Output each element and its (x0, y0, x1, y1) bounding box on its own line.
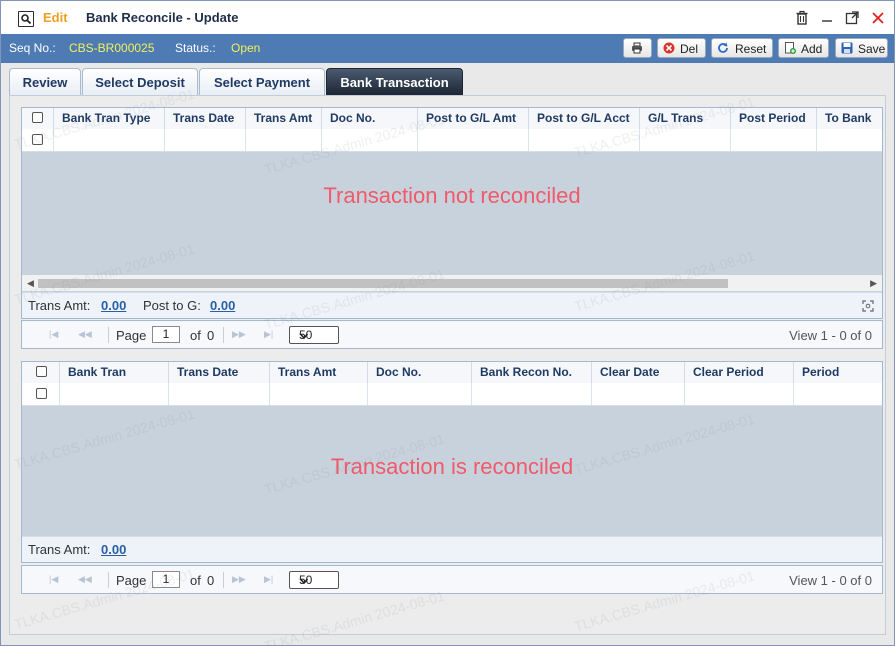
grid-summary: Trans Amt: 0.00 Post to G: 0.00 (22, 292, 882, 318)
minimize-icon[interactable] (819, 10, 835, 26)
save-button[interactable]: Save (835, 38, 888, 58)
chevron-down-icon (299, 330, 334, 344)
column-header[interactable]: Bank Tran (60, 362, 169, 383)
page-size-select[interactable]: 50 (289, 326, 339, 344)
edit-document-icon (18, 11, 34, 27)
select-all-checkbox[interactable] (36, 366, 47, 377)
column-header[interactable]: Post to G/L Acct (529, 108, 640, 129)
scroll-left-icon[interactable]: ◀ (27, 278, 34, 289)
status-label: Status.: (175, 41, 216, 55)
add-button[interactable]: Add (778, 38, 829, 58)
close-icon[interactable] (870, 10, 886, 26)
last-page-icon[interactable]: ▶| (264, 329, 273, 340)
column-header[interactable]: Trans Amt (270, 362, 368, 383)
tab-select-deposit[interactable]: Select Deposit (82, 68, 198, 95)
total-pages: 0 (207, 328, 215, 343)
prev-page-icon[interactable]: ◀◀ (78, 574, 92, 585)
seq-no-label: Seq No.: (9, 41, 56, 55)
add-document-icon (785, 42, 796, 54)
window-title: Bank Reconcile - Update (86, 10, 239, 25)
trans-amt-total[interactable]: 0.00 (101, 542, 126, 557)
column-header[interactable]: Period (794, 362, 882, 383)
column-header[interactable]: Trans Amt (246, 108, 322, 129)
tab-select-payment[interactable]: Select Payment (199, 68, 325, 95)
select-all-column (22, 362, 60, 383)
column-header[interactable]: Doc No. (368, 362, 472, 383)
title-mode: Edit (43, 10, 68, 25)
column-header[interactable]: Clear Period (685, 362, 794, 383)
chevron-down-icon (299, 575, 334, 589)
page-number-input[interactable]: 1 (152, 326, 180, 343)
trans-amt-total[interactable]: 0.00 (101, 298, 126, 313)
select-all-checkbox[interactable] (32, 112, 43, 123)
column-header[interactable]: Doc No. (322, 108, 418, 129)
delete-button[interactable]: Del (657, 38, 706, 58)
select-all-column (22, 108, 54, 129)
next-page-icon[interactable]: ▶▶ (232, 574, 246, 585)
first-page-icon[interactable]: |◀ (49, 329, 58, 340)
reconciled-grid: Bank Tran Trans Date Trans Amt Doc No. B… (21, 361, 883, 563)
expand-icon[interactable] (862, 300, 874, 312)
post-to-gl-total[interactable]: 0.00 (210, 298, 235, 313)
record-info-bar: Seq No.: CBS-BR000025 Status.: Open Del … (1, 34, 894, 63)
grid-summary: Trans Amt: 0.00 (22, 536, 882, 562)
column-header[interactable]: Trans Date (169, 362, 270, 383)
record-count: View 1 - 0 of 0 (789, 573, 872, 588)
grid-header: Bank Tran Type Trans Date Trans Amt Doc … (22, 108, 882, 130)
print-button[interactable] (623, 38, 652, 58)
page-size-select[interactable]: 50 (289, 571, 339, 589)
tab-review[interactable]: Review (9, 68, 81, 95)
column-header[interactable]: To Bank (817, 108, 882, 129)
prev-page-icon[interactable]: ◀◀ (78, 329, 92, 340)
empty-message: Transaction not reconciled (323, 183, 581, 208)
table-row[interactable] (22, 383, 882, 406)
save-disk-icon (841, 42, 853, 54)
grid-header: Bank Tran Trans Date Trans Amt Doc No. B… (22, 362, 882, 384)
printer-icon (632, 42, 642, 54)
scrollbar-thumb[interactable] (38, 279, 728, 288)
bank-reconcile-window: Edit Bank Reconcile - Update Seq No.: CB… (0, 0, 895, 646)
record-count: View 1 - 0 of 0 (789, 328, 872, 343)
reset-button[interactable]: Reset (711, 38, 773, 58)
tab-bank-transaction[interactable]: Bank Transaction (326, 68, 463, 95)
delete-icon (663, 42, 675, 54)
trash-icon[interactable] (794, 10, 810, 26)
scroll-right-icon[interactable]: ▶ (870, 278, 877, 289)
next-page-icon[interactable]: ▶▶ (232, 329, 246, 340)
column-header[interactable]: Post to G/L Amt (418, 108, 529, 129)
refresh-icon (718, 42, 728, 53)
column-header[interactable]: G/L Trans (640, 108, 731, 129)
column-header[interactable]: Clear Date (592, 362, 685, 383)
pager: |◀ ◀◀ Page 1 of 0 ▶▶ ▶| 50 View 1 - 0 of… (21, 565, 883, 594)
column-header[interactable]: Bank Recon No. (472, 362, 592, 383)
page-number-input[interactable]: 1 (152, 571, 180, 588)
maximize-icon[interactable] (844, 10, 860, 26)
unreconciled-grid: Bank Tran Type Trans Date Trans Amt Doc … (21, 107, 883, 319)
column-header[interactable]: Trans Date (165, 108, 246, 129)
horizontal-scrollbar[interactable]: ◀ ▶ (22, 275, 882, 291)
table-row[interactable] (22, 129, 882, 152)
row-checkbox[interactable] (36, 388, 47, 399)
empty-message: Transaction is reconciled (330, 454, 574, 479)
tab-content: Bank Tran Type Trans Date Trans Amt Doc … (9, 95, 886, 635)
last-page-icon[interactable]: ▶| (264, 574, 273, 585)
column-header[interactable]: Bank Tran Type (54, 108, 165, 129)
column-header[interactable]: Post Period (731, 108, 817, 129)
status-value: Open (231, 41, 261, 55)
seq-no-value: CBS-BR000025 (69, 41, 155, 55)
row-checkbox[interactable] (32, 134, 43, 145)
title-bar: Edit Bank Reconcile - Update (1, 1, 894, 35)
first-page-icon[interactable]: |◀ (49, 574, 58, 585)
pager: |◀ ◀◀ Page 1 of 0 ▶▶ ▶| 50 View 1 - 0 of… (21, 320, 883, 349)
total-pages: 0 (207, 573, 215, 588)
